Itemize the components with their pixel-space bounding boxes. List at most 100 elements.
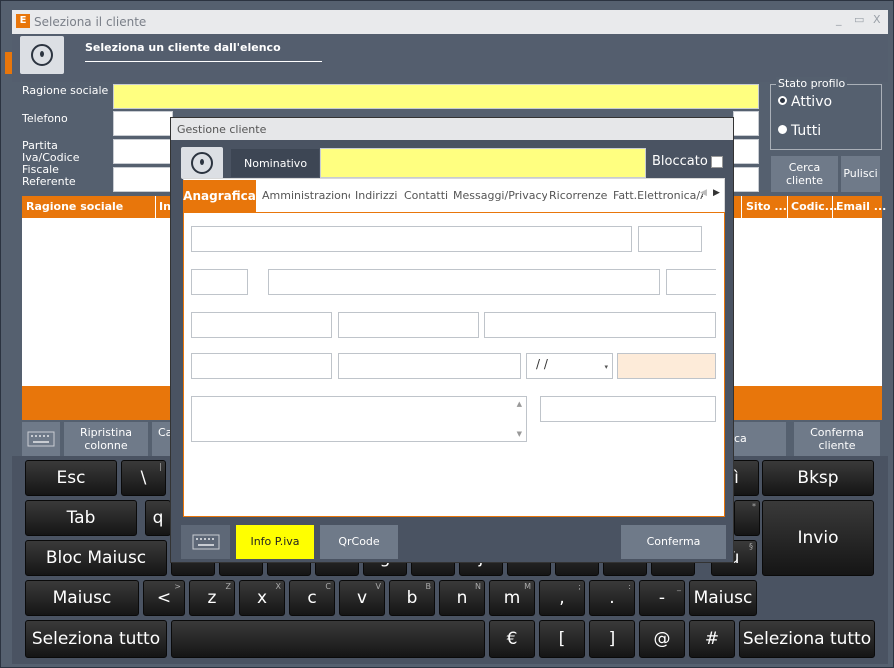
anagrafica-field[interactable] [191, 226, 632, 252]
date-picker[interactable]: / / ▾ [526, 353, 613, 379]
accent-strip [5, 52, 12, 74]
bloccato-checkbox[interactable] [711, 156, 723, 168]
anagrafica-field[interactable] [484, 312, 716, 338]
key-row2-0[interactable]: Tab [25, 500, 137, 536]
radio-tutti[interactable]: Tutti [778, 123, 821, 139]
key-row5-0[interactable]: Seleziona tutto [25, 620, 167, 658]
radio-attivo-label: Attivo [791, 94, 833, 110]
info-piva-button[interactable]: Info P.iva [236, 525, 314, 559]
nominativo-label-box: Nominativo [231, 149, 319, 177]
telefono-input[interactable] [113, 111, 173, 136]
tab-scroll-right-icon[interactable]: ▶ [713, 188, 720, 198]
tab-5[interactable]: Ricorrenze [547, 180, 609, 212]
referente-input[interactable] [113, 167, 173, 192]
key-row4-8[interactable]: mM [489, 580, 535, 616]
anagrafica-field[interactable] [191, 269, 248, 295]
key-row4-0[interactable]: Maiusc [25, 580, 139, 616]
key-row4-10[interactable]: .: [589, 580, 635, 616]
anagrafica-field[interactable] [191, 353, 332, 379]
anagrafica-field[interactable] [338, 353, 521, 379]
qrcode-button[interactable]: QrCode [320, 525, 398, 559]
key-row3-0[interactable]: Bloc Maiusc [25, 540, 167, 576]
key-row5-6[interactable]: # [689, 620, 735, 658]
key-shift-label: ; [578, 582, 581, 591]
maximize-button[interactable]: ▭ [854, 13, 864, 26]
power-button[interactable] [20, 36, 64, 74]
anagrafica-field[interactable] [268, 269, 660, 295]
keyboard-toggle-button[interactable] [22, 422, 60, 456]
ripristina-colonne-button[interactable]: Ripristina colonne [64, 422, 148, 456]
minimize-button[interactable]: _ [836, 13, 842, 26]
telefono-input-right[interactable] [733, 111, 759, 136]
notes-textarea[interactable]: ▲ ▼ [191, 396, 527, 442]
key-label: Bloc Maiusc [45, 548, 147, 568]
partita-iva-input-right[interactable] [733, 139, 759, 164]
cerca-cliente-toolbar-button[interactable]: ca cliente [734, 422, 786, 479]
key-row3-13[interactable]: Invio [762, 500, 874, 576]
key-row5-1[interactable] [171, 620, 485, 658]
key-row4-7[interactable]: nN [439, 580, 485, 616]
col-email[interactable]: Email ... [836, 200, 886, 213]
key-row5-4[interactable]: ] [589, 620, 635, 658]
anagrafica-field[interactable] [191, 312, 332, 338]
nominativo-input[interactable] [320, 148, 646, 178]
key-row5-5[interactable]: @ [639, 620, 685, 658]
conferma-cliente-button[interactable]: Conferma cliente [794, 422, 880, 456]
close-button[interactable]: X [873, 13, 881, 26]
key-row4-4[interactable]: cC [289, 580, 335, 616]
dialog-keyboard-button[interactable] [181, 525, 230, 559]
date-dropdown-icon[interactable]: ▾ [604, 363, 608, 371]
col-ragione-sociale[interactable]: Ragione sociale [26, 200, 123, 213]
key-shift-label: V [375, 582, 381, 591]
key-row4-5[interactable]: vV [339, 580, 385, 616]
key-row2-2[interactable]: * [734, 500, 760, 536]
key-row4-6[interactable]: bB [389, 580, 435, 616]
radio-unselected-icon [778, 125, 787, 134]
key-row5-2[interactable]: € [489, 620, 535, 658]
key-label: [ [558, 629, 566, 649]
referente-input-right[interactable] [733, 167, 759, 192]
partita-iva-label: Partita Iva/Codice Fiscale [22, 139, 80, 176]
key-row4-11[interactable]: - _ [639, 580, 685, 616]
tab-0[interactable]: Anagrafica [183, 180, 256, 212]
anagrafica-field[interactable] [338, 312, 479, 338]
key-row4-12[interactable]: Maiusc [689, 580, 757, 616]
tab-scroll-left-icon[interactable]: ◀ [700, 188, 707, 198]
anagrafica-field[interactable] [638, 226, 702, 252]
dialog-conferma-button[interactable]: Conferma [621, 525, 726, 559]
key-row5-7[interactable]: Seleziona tutto [739, 620, 875, 658]
scroll-up-icon[interactable]: ▲ [517, 400, 522, 408]
key-row1-3[interactable]: Bksp [762, 460, 874, 496]
key-row4-2[interactable]: zZ [189, 580, 235, 616]
key-shift-label: § [749, 542, 753, 551]
cerca-cliente-button[interactable]: Cerca cliente [771, 156, 838, 192]
col-codice[interactable]: Codic... [791, 200, 837, 213]
partial-button[interactable]: Ca [152, 422, 172, 456]
key-row4-1[interactable]: < > [143, 580, 185, 616]
tab-3[interactable]: Contatti [402, 180, 448, 212]
ragione-sociale-input[interactable] [113, 84, 759, 109]
pulisci-button[interactable]: Pulisci [841, 156, 880, 192]
tab-6[interactable]: Fatt.Elettronica/A [611, 180, 703, 212]
tab-1[interactable]: Amministrazione [260, 180, 350, 212]
key-label: m [503, 588, 521, 608]
key-row1-1[interactable]: \ | [121, 460, 166, 496]
key-row4-3[interactable]: xX [239, 580, 285, 616]
key-row4-9[interactable]: ,; [539, 580, 585, 616]
key-row2-1[interactable]: q [145, 500, 171, 536]
scroll-down-icon[interactable]: ▼ [517, 430, 522, 438]
anagrafica-field[interactable] [540, 396, 716, 422]
tab-4[interactable]: Messaggi/Privacy [451, 180, 547, 212]
anagrafica-field[interactable] [666, 269, 716, 295]
key-label: c [307, 588, 317, 608]
tab-2[interactable]: Indirizzi [353, 180, 399, 212]
window-titlebar: E Seleziona il cliente _ ▭ X [12, 10, 888, 34]
dialog-power-button[interactable] [181, 147, 223, 179]
col-sito[interactable]: Sito ... [746, 200, 787, 213]
key-row5-3[interactable]: [ [539, 620, 585, 658]
key-row1-0[interactable]: Esc [25, 460, 117, 496]
radio-attivo[interactable]: Attivo [778, 94, 832, 110]
page-title: Seleziona un cliente dall'elenco [85, 41, 281, 54]
key-label: q [152, 508, 164, 528]
partita-iva-input[interactable] [113, 139, 173, 164]
